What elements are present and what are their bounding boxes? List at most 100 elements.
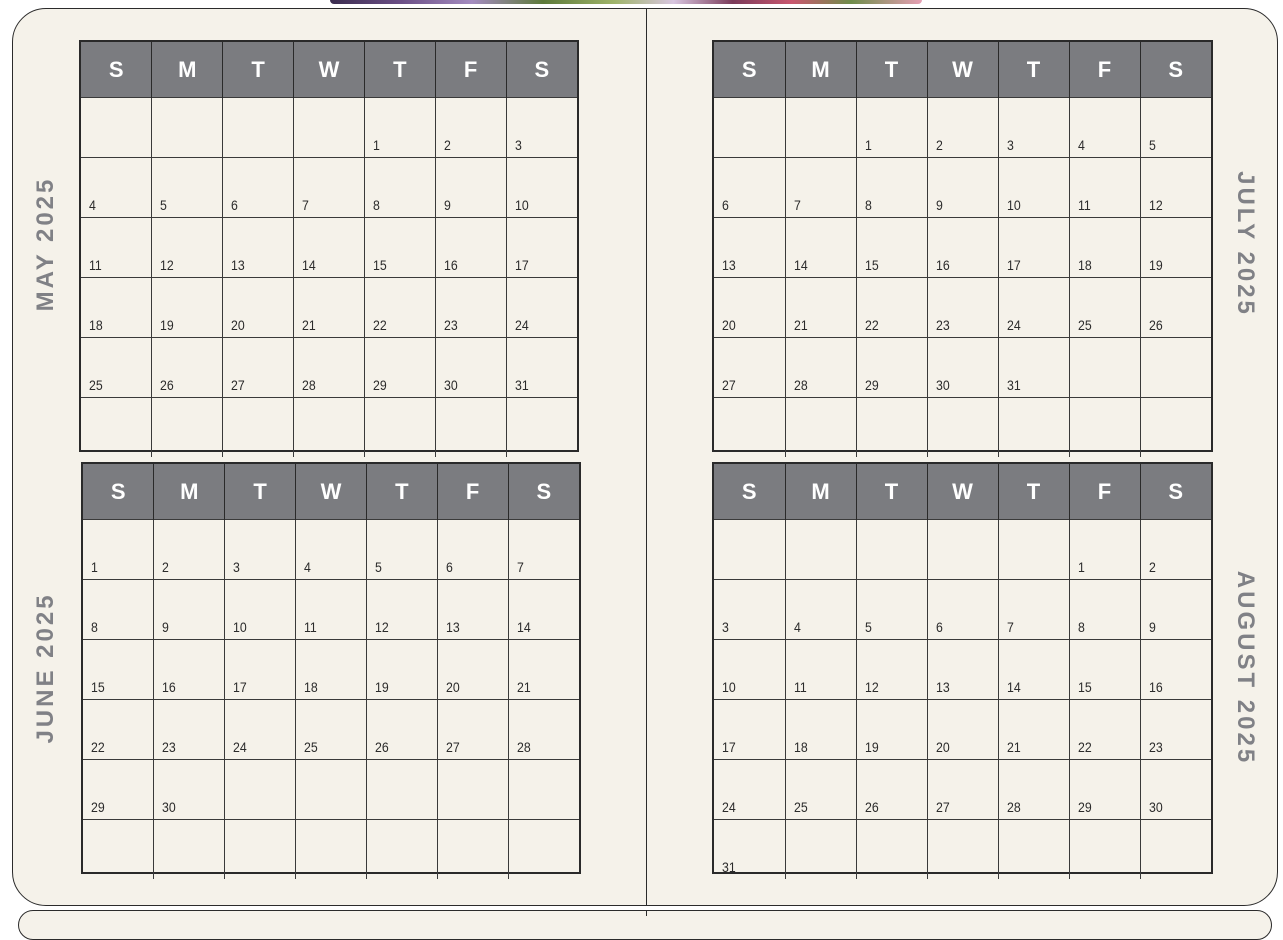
day-cell bbox=[224, 759, 297, 820]
day-cell: 16 bbox=[434, 217, 507, 278]
weekday-header: T bbox=[224, 464, 296, 520]
day-number: 30 bbox=[162, 799, 177, 815]
day-number: 19 bbox=[374, 679, 389, 695]
day-cell: 23 bbox=[434, 277, 507, 338]
day-number: 1 bbox=[864, 137, 872, 153]
day-cell: 25 bbox=[81, 337, 153, 398]
day-number: 11 bbox=[89, 257, 102, 273]
day-number: 12 bbox=[864, 679, 879, 695]
day-cell: 27 bbox=[926, 759, 999, 820]
day-cell: 17 bbox=[505, 217, 577, 278]
day-cell: 16 bbox=[153, 639, 226, 700]
day-number: 22 bbox=[864, 317, 879, 333]
day-cell bbox=[224, 819, 297, 879]
day-cell bbox=[784, 519, 857, 580]
day-number: 12 bbox=[374, 619, 389, 635]
day-cell bbox=[83, 819, 155, 879]
day-cell: 15 bbox=[83, 639, 155, 700]
weekday-header: S bbox=[714, 464, 785, 520]
day-cell bbox=[855, 819, 928, 879]
day-cell: 2 bbox=[1139, 519, 1211, 580]
day-cell bbox=[714, 97, 786, 158]
weekday-header: W bbox=[295, 464, 367, 520]
day-cell: 13 bbox=[436, 579, 509, 640]
day-number: 18 bbox=[89, 317, 103, 333]
day-number: 27 bbox=[722, 377, 736, 393]
day-number: 13 bbox=[231, 257, 245, 273]
weekday-header-row: SMTWTFS bbox=[714, 42, 1211, 98]
week-row: 18 19 20 21 22 23 24 bbox=[81, 277, 577, 338]
day-cell: 31 bbox=[505, 337, 577, 398]
day-cell: 24 bbox=[224, 699, 297, 760]
day-number: 4 bbox=[1077, 137, 1085, 153]
day-cell: 5 bbox=[151, 157, 224, 218]
day-cell: 24 bbox=[714, 759, 786, 820]
day-number: 5 bbox=[1148, 137, 1156, 153]
day-cell: 2 bbox=[434, 97, 507, 158]
day-cell bbox=[151, 97, 224, 158]
day-cell: 29 bbox=[363, 337, 436, 398]
day-cell: 19 bbox=[151, 277, 224, 338]
day-number: 14 bbox=[793, 257, 808, 273]
day-cell: 22 bbox=[1068, 699, 1141, 760]
day-number: 10 bbox=[722, 679, 736, 695]
day-cell: 8 bbox=[1068, 579, 1141, 640]
day-cell bbox=[1139, 819, 1211, 879]
day-number: 27 bbox=[935, 799, 950, 815]
day-cell: 2 bbox=[153, 519, 226, 580]
day-cell: 19 bbox=[855, 699, 928, 760]
day-cell bbox=[436, 759, 509, 820]
weekday-header: M bbox=[784, 464, 856, 520]
day-cell: 26 bbox=[855, 759, 928, 820]
week-row: 24 25 26 27 28 29 30 bbox=[714, 759, 1211, 820]
calendar-july: S M T W T F S 1 2 3 4 5 6 7 8 9 10 11 12 13 14 15 16 17 18 19 20 21… bbox=[712, 40, 1213, 457]
day-cell: 10 bbox=[505, 157, 577, 218]
day-cell bbox=[784, 819, 857, 879]
day-cell: 7 bbox=[507, 519, 579, 580]
week-row bbox=[83, 819, 579, 879]
day-number: 19 bbox=[1148, 257, 1163, 273]
day-number: 28 bbox=[793, 377, 808, 393]
calendar-august: S M T W T F S 1 2 3 4 5 6 7 8 9 10 11 12 13 14 15 16 17 18 19 20 21… bbox=[712, 462, 1213, 879]
weekday-header: M bbox=[784, 42, 856, 98]
day-number: 9 bbox=[443, 197, 451, 213]
day-number: 3 bbox=[1006, 137, 1014, 153]
day-cell bbox=[293, 97, 365, 158]
day-cell: 16 bbox=[926, 217, 999, 278]
day-cell: 28 bbox=[997, 759, 1070, 820]
day-cell bbox=[507, 759, 579, 820]
day-cell bbox=[997, 397, 1070, 457]
day-number: 2 bbox=[935, 137, 943, 153]
day-cell: 1 bbox=[1068, 519, 1141, 580]
day-number: 9 bbox=[162, 619, 170, 635]
day-number: 7 bbox=[516, 559, 524, 575]
day-cell: 17 bbox=[997, 217, 1070, 278]
week-row: 11 12 13 14 15 16 17 bbox=[81, 217, 577, 278]
day-number: 3 bbox=[722, 619, 729, 635]
day-number: 28 bbox=[516, 739, 531, 755]
day-cell: 23 bbox=[1139, 699, 1211, 760]
day-number: 7 bbox=[1006, 619, 1014, 635]
day-number: 26 bbox=[374, 739, 389, 755]
day-number: 6 bbox=[231, 197, 239, 213]
weekday-header: F bbox=[1068, 464, 1140, 520]
calendar-grid: S M T W T F S 1 2 3 4 5 6 7 8 9 10 11 12 13 14 15 16 17 18 19 20 21… bbox=[81, 42, 577, 457]
day-number: 23 bbox=[1148, 739, 1163, 755]
day-cell bbox=[1139, 337, 1211, 398]
day-cell: 15 bbox=[363, 217, 436, 278]
weekday-header: T bbox=[997, 42, 1069, 98]
day-cell: 4 bbox=[81, 157, 153, 218]
day-number: 23 bbox=[935, 317, 950, 333]
day-number: 29 bbox=[864, 377, 879, 393]
day-cell: 24 bbox=[505, 277, 577, 338]
day-number: 7 bbox=[302, 197, 309, 213]
day-number: 21 bbox=[516, 679, 531, 695]
day-number: 29 bbox=[91, 799, 105, 815]
day-number: 29 bbox=[372, 377, 387, 393]
day-cell: 14 bbox=[507, 579, 579, 640]
weekday-header: F bbox=[434, 42, 507, 98]
day-cell: 11 bbox=[1068, 157, 1141, 218]
day-cell: 22 bbox=[855, 277, 928, 338]
day-number: 21 bbox=[302, 317, 316, 333]
day-number: 20 bbox=[231, 317, 245, 333]
